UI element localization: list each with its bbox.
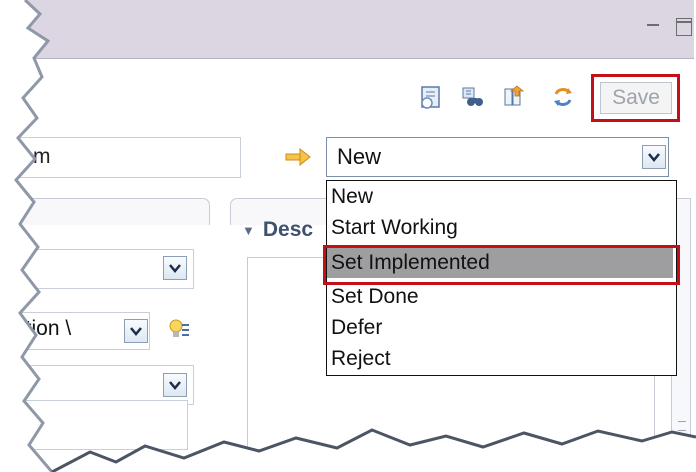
minimize-icon[interactable] [646,18,660,32]
record-icon[interactable] [418,84,444,110]
selected-option-highlight-box [323,245,680,285]
scroll-grip-icon [678,421,686,431]
iteration-select[interactable]: ration \ [0,312,150,350]
binoculars-icon[interactable] [460,84,486,110]
dropdown-item-start-working[interactable]: Start Working [327,212,673,243]
window-title-bar [20,0,694,59]
chevron-down-icon[interactable] [124,319,148,343]
dropdown-item-set-done[interactable]: Set Done [327,281,673,312]
workflow-icon[interactable] [501,84,527,110]
refresh-icon[interactable] [550,84,576,110]
iteration-value: ration \ [7,317,72,340]
left-text-box[interactable] [0,400,188,450]
maximize-icon[interactable] [676,18,692,36]
description-section-title[interactable]: Desc [242,218,313,242]
chevron-down-icon[interactable] [163,256,187,280]
left-section-tab[interactable] [0,198,210,225]
chevron-down-icon[interactable] [163,373,187,397]
lightbulb-icon[interactable] [167,318,191,342]
editor-window: Save m New Desc ration \ [0,0,696,472]
save-highlight-box [591,74,680,122]
state-dropdown[interactable]: New [326,137,669,177]
chevron-down-icon[interactable] [642,145,666,169]
dropdown-item-new[interactable]: New [327,181,673,212]
left-select-1[interactable] [0,249,194,289]
dropdown-item-defer[interactable]: Defer [327,312,673,343]
summary-input[interactable]: m [0,137,241,178]
left-select-2[interactable] [0,365,194,405]
state-selected-value: New [337,144,382,169]
dropdown-item-reject[interactable]: Reject [327,343,673,374]
arrow-right-icon [285,148,311,166]
